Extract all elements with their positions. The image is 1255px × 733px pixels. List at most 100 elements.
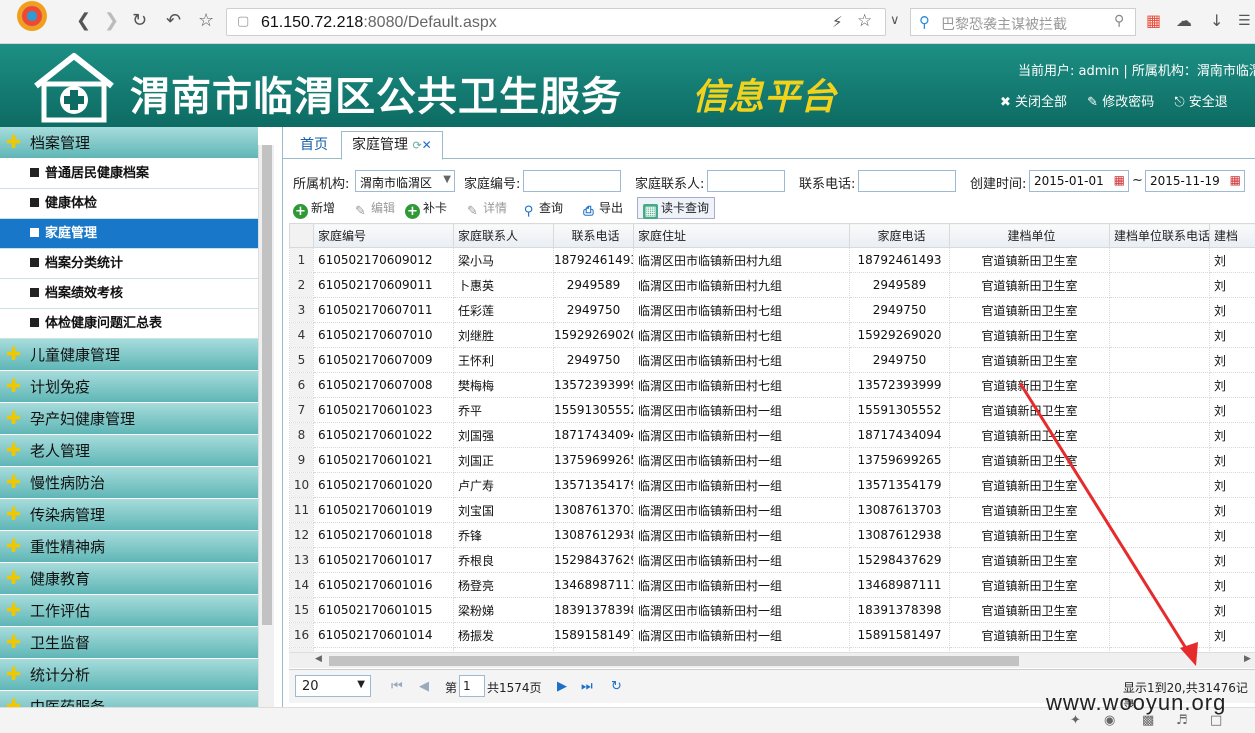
table-row[interactable]: 11 610502170601019 刘宝国 13087613703 临渭区田市临镇新田… bbox=[289, 497, 1255, 523]
table-row[interactable]: 7 610502170601023 乔平 15591305552 临渭区田市临镇新田村一… bbox=[289, 397, 1255, 423]
table-row[interactable]: 5 610502170607009 王怀利 2949750 临渭区田市临镇新田村七组 29… bbox=[289, 347, 1255, 373]
sidebar-group-education[interactable]: ✚ 健康教育 bbox=[0, 563, 258, 595]
table-row[interactable]: 3 610502170607011 任彩莲 2949750 临渭区田市临镇新田村七组 29… bbox=[289, 297, 1255, 323]
sidebar-item-performance[interactable]: 档案绩效考核 bbox=[0, 279, 258, 309]
star-icon[interactable]: ☆ bbox=[198, 10, 214, 32]
column-header[interactable]: 联系电话 bbox=[553, 223, 634, 248]
calendar-icon[interactable]: ▦ bbox=[1230, 173, 1241, 187]
last-page-icon[interactable]: ⏭ bbox=[581, 679, 593, 694]
close-tab-icon[interactable]: ✕ bbox=[422, 138, 432, 152]
sidebar-group-archive[interactable]: ✚ 档案管理 bbox=[0, 127, 258, 159]
column-header[interactable]: 家庭编号 bbox=[313, 223, 454, 248]
menu-icon[interactable]: ☰ bbox=[1238, 10, 1251, 32]
logout-button[interactable]: ⎋ 安全退 bbox=[1174, 95, 1227, 110]
table-cell: 2949750 bbox=[849, 347, 950, 373]
column-header[interactable]: 家庭电话 bbox=[849, 223, 950, 248]
table-cell: 梁小马 bbox=[453, 247, 554, 273]
table-row[interactable]: 6 610502170607008 樊梅梅 13572393999 临渭区田市临镇新田村… bbox=[289, 372, 1255, 398]
download-icon[interactable]: ↓ bbox=[1210, 10, 1223, 32]
page-input[interactable]: 1 bbox=[459, 675, 485, 697]
table-cell: 610502170601018 bbox=[313, 522, 454, 548]
sidebar-item-archive-stats[interactable]: 档案分类统计 bbox=[0, 249, 258, 279]
date-to-input[interactable]: 2015-11-19 ▦ bbox=[1145, 170, 1245, 192]
sidebar-group-mental[interactable]: ✚ 重性精神病 bbox=[0, 531, 258, 563]
scroll-right-icon[interactable]: ▶ bbox=[1244, 654, 1251, 664]
calendar-icon[interactable]: ▦ bbox=[1114, 173, 1125, 187]
phone-input[interactable] bbox=[858, 170, 956, 192]
sidebar-item-health-problems[interactable]: 体检健康问题汇总表 bbox=[0, 309, 258, 339]
date-from-input[interactable]: 2015-01-01 ▦ bbox=[1029, 170, 1129, 192]
add-button[interactable]: + 新增 bbox=[293, 199, 335, 219]
sidebar-group-immunization[interactable]: ✚ 计划免疫 bbox=[0, 371, 258, 403]
column-header[interactable]: 家庭住址 bbox=[633, 223, 850, 248]
refresh-tab-icon[interactable]: ⟳ bbox=[412, 139, 421, 152]
back-icon[interactable]: ❮ bbox=[76, 10, 91, 32]
close-all-button[interactable]: ✖ 关闭全部 bbox=[1000, 95, 1067, 110]
reload-icon[interactable]: ↻ bbox=[132, 10, 147, 32]
apps-icon[interactable]: ▦ bbox=[1146, 10, 1161, 32]
sidebar-group-tcm[interactable]: ✚ 中医药服务 bbox=[0, 691, 258, 707]
sidebar-group-infectious[interactable]: ✚ 传染病管理 bbox=[0, 499, 258, 531]
change-password-button[interactable]: ✎ 修改密码 bbox=[1087, 95, 1154, 110]
column-header[interactable]: 建档单位 bbox=[949, 223, 1110, 248]
refresh-icon[interactable]: ↻ bbox=[611, 679, 622, 694]
scroll-left-icon[interactable]: ◀ bbox=[315, 654, 322, 664]
prev-page-icon[interactable]: ◀ bbox=[419, 679, 429, 694]
undo-icon[interactable]: ↶ bbox=[166, 10, 181, 32]
sidebar-group-supervision[interactable]: ✚ 卫生监督 bbox=[0, 627, 258, 659]
column-header[interactable]: 建档 bbox=[1209, 223, 1255, 248]
sidebar-group-child-health[interactable]: ✚ 儿童健康管理 bbox=[0, 339, 258, 371]
sidebar-group-elderly[interactable]: ✚ 老人管理 bbox=[0, 435, 258, 467]
column-header[interactable]: 建档单位联系电话 bbox=[1109, 223, 1210, 248]
column-header[interactable]: 家庭联系人 bbox=[453, 223, 554, 248]
query-button[interactable]: ⚲ 查询 bbox=[521, 199, 563, 219]
supplement-button[interactable]: + 补卡 bbox=[405, 199, 447, 219]
table-row[interactable]: 16 610502170601014 杨振发 15891581497 临渭区田市临镇新田… bbox=[289, 622, 1255, 648]
export-button[interactable]: ⎙ 导出 bbox=[581, 199, 623, 219]
first-page-icon[interactable]: ⏮ bbox=[391, 679, 403, 694]
sidebar-group-chronic[interactable]: ✚ 慢性病防治 bbox=[0, 467, 258, 499]
sidebar-item-resident-archive[interactable]: 普通居民健康档案 bbox=[0, 159, 258, 189]
tab-family-management[interactable]: 家庭管理 ⟳✕ bbox=[341, 131, 443, 160]
table-cell: 3 bbox=[289, 297, 314, 323]
next-page-icon[interactable]: ▶ bbox=[557, 679, 567, 694]
sidebar-item-family-management[interactable]: 家庭管理 bbox=[0, 219, 258, 249]
table-row[interactable]: 4 610502170607010 刘继胜 15929269020 临渭区田市临镇新田村… bbox=[289, 322, 1255, 348]
sidebar-scrollbar[interactable] bbox=[258, 145, 274, 707]
cloud-icon[interactable]: ☁ bbox=[1176, 10, 1192, 32]
table-row[interactable]: 15 610502170601015 梁粉娣 18391378398 临渭区田市临镇新田… bbox=[289, 597, 1255, 623]
table-row[interactable]: 2 610502170609011 卜惠英 2949589 临渭区田市临镇新田村九组 29… bbox=[289, 272, 1255, 298]
sidebar-group-evaluation[interactable]: ✚ 工作评估 bbox=[0, 595, 258, 627]
plus-icon: ✚ bbox=[6, 408, 22, 429]
search-input[interactable]: ⚲ 巴黎恐袭主谋被拦截 ⚲ bbox=[910, 8, 1136, 36]
family-no-input[interactable] bbox=[523, 170, 621, 192]
scrollbar-thumb[interactable] bbox=[262, 145, 272, 625]
contact-input[interactable] bbox=[707, 170, 785, 192]
table-cell: 刘 bbox=[1209, 372, 1255, 398]
edit-button[interactable]: ✎ 编辑 bbox=[353, 199, 395, 219]
horizontal-scrollbar[interactable]: ◀ ▶ bbox=[289, 652, 1255, 668]
read-card-button[interactable]: ▦ 读卡查询 bbox=[637, 197, 716, 219]
favorite-icon[interactable]: ☆ bbox=[857, 11, 872, 31]
bolt-icon[interactable]: ⚡ bbox=[832, 13, 843, 31]
search-icon[interactable]: ⚲ bbox=[1114, 13, 1124, 29]
tab-home[interactable]: 首页 bbox=[289, 131, 339, 159]
scrollbar-thumb[interactable] bbox=[329, 656, 1019, 666]
sidebar-item-health-check[interactable]: 健康体检 bbox=[0, 189, 258, 219]
table-row[interactable]: 14 610502170601016 杨登亮 13468987111 临渭区田市临镇新田… bbox=[289, 572, 1255, 598]
detail-button[interactable]: ✎ 详情 bbox=[465, 199, 507, 219]
table-row[interactable]: 8 610502170601022 刘国强 18717434094 临渭区田市临镇新田村… bbox=[289, 422, 1255, 448]
sidebar-group-statistics[interactable]: ✚ 统计分析 bbox=[0, 659, 258, 691]
forward-icon[interactable]: ❯ bbox=[104, 10, 119, 32]
page-size-select[interactable]: 20 ▼ bbox=[295, 675, 371, 697]
data-table: 家庭编号 家庭联系人 联系电话 家庭住址 家庭电话 建档单位 建档单位联系电话 … bbox=[289, 223, 1255, 653]
org-select[interactable]: 渭南市临渭区 ▼ bbox=[355, 170, 455, 192]
table-row[interactable]: 1 610502170609012 梁小马 18792461493 临渭区田市临镇新田村… bbox=[289, 247, 1255, 273]
sidebar-group-maternal[interactable]: ✚ 孕产妇健康管理 bbox=[0, 403, 258, 435]
dropdown-icon[interactable]: ∨ bbox=[890, 10, 900, 32]
table-row[interactable]: 9 610502170601021 刘国正 13759699265 临渭区田市临镇新田村… bbox=[289, 447, 1255, 473]
address-bar[interactable]: ▢ 61.150.72.218:8080/Default.aspx ⚡ ☆ bbox=[226, 8, 886, 36]
table-row[interactable]: 12 610502170601018 乔锋 13087612938 临渭区田市临镇新田村… bbox=[289, 522, 1255, 548]
table-row[interactable]: 10 610502170601020 卢广寿 13571354179 临渭区田市临镇新田… bbox=[289, 472, 1255, 498]
table-row[interactable]: 13 610502170601017 乔根良 15298437629 临渭区田市临镇新田… bbox=[289, 547, 1255, 573]
